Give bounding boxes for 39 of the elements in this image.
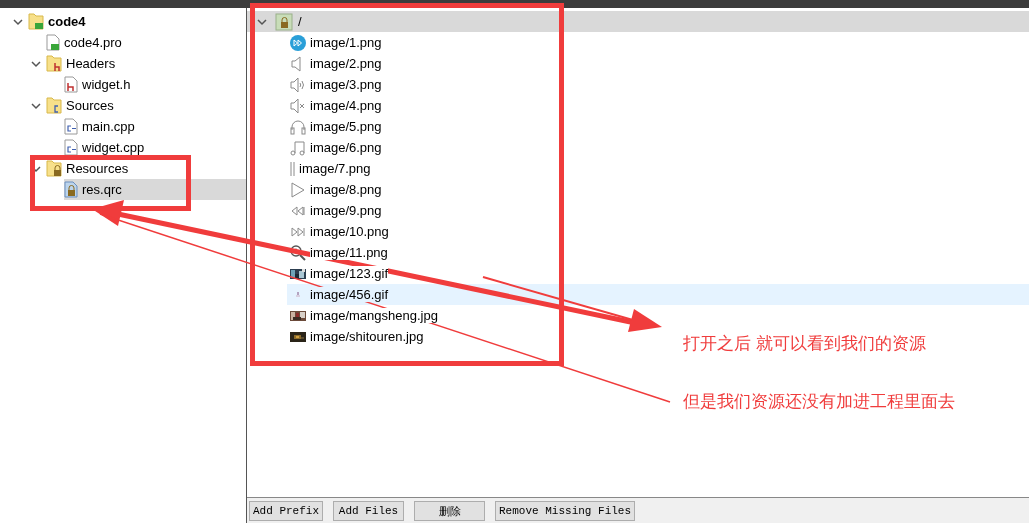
folder-icon: [46, 55, 62, 72]
toolbar-button[interactable]: Remove Missing Files: [495, 501, 636, 521]
chevron-down-icon[interactable]: [257, 17, 267, 26]
toolbar-button[interactable]: Add Prefix: [249, 501, 323, 521]
fast-forward-icon: [290, 34, 306, 51]
play-icon: [290, 181, 306, 198]
file-icon: [64, 139, 78, 156]
tree-item[interactable]: code4: [28, 11, 246, 32]
speaker-icon: [290, 76, 306, 93]
headphones-icon: [290, 118, 306, 135]
chevron-down-icon[interactable]: [31, 59, 41, 68]
pause-icon: [290, 160, 295, 177]
muted-speaker-icon: [290, 97, 306, 114]
tree-item[interactable]: main.cpp: [64, 116, 246, 137]
music-note-icon: [290, 139, 306, 156]
tree-item[interactable]: Headers: [46, 53, 246, 74]
file-icon: [64, 76, 78, 93]
tree-item[interactable]: code4.pro: [46, 32, 246, 53]
tree-item[interactable]: Sources: [46, 95, 246, 116]
tree-item[interactable]: Resources: [46, 158, 246, 179]
tree-item[interactable]: widget.h: [64, 74, 246, 95]
file-item[interactable]: image/456.gif: [287, 284, 1029, 305]
folder-icon: [46, 97, 62, 114]
annotation-text: 打开之后 就可以看到我们的资源: [683, 332, 927, 355]
toolbar-button[interactable]: Add Files: [333, 501, 404, 521]
file-icon: [46, 34, 60, 51]
lock-folder-icon: [275, 12, 293, 31]
file-icon: [64, 181, 78, 198]
tree-item[interactable]: res.qrc: [64, 179, 246, 200]
zoom-in-icon: [290, 244, 306, 261]
toolbar-button[interactable]: 删除: [414, 501, 485, 521]
file-icon: [64, 118, 78, 135]
folder-icon: [28, 13, 44, 30]
tree-item[interactable]: widget.cpp: [64, 137, 246, 158]
folder-icon: [46, 160, 62, 177]
chevron-down-icon[interactable]: [31, 101, 41, 110]
tree-item[interactable]: /: [247, 11, 1029, 32]
chevron-down-icon[interactable]: [13, 17, 23, 26]
annotation-text: 但是我们资源还没有加进工程里面去: [683, 390, 955, 413]
